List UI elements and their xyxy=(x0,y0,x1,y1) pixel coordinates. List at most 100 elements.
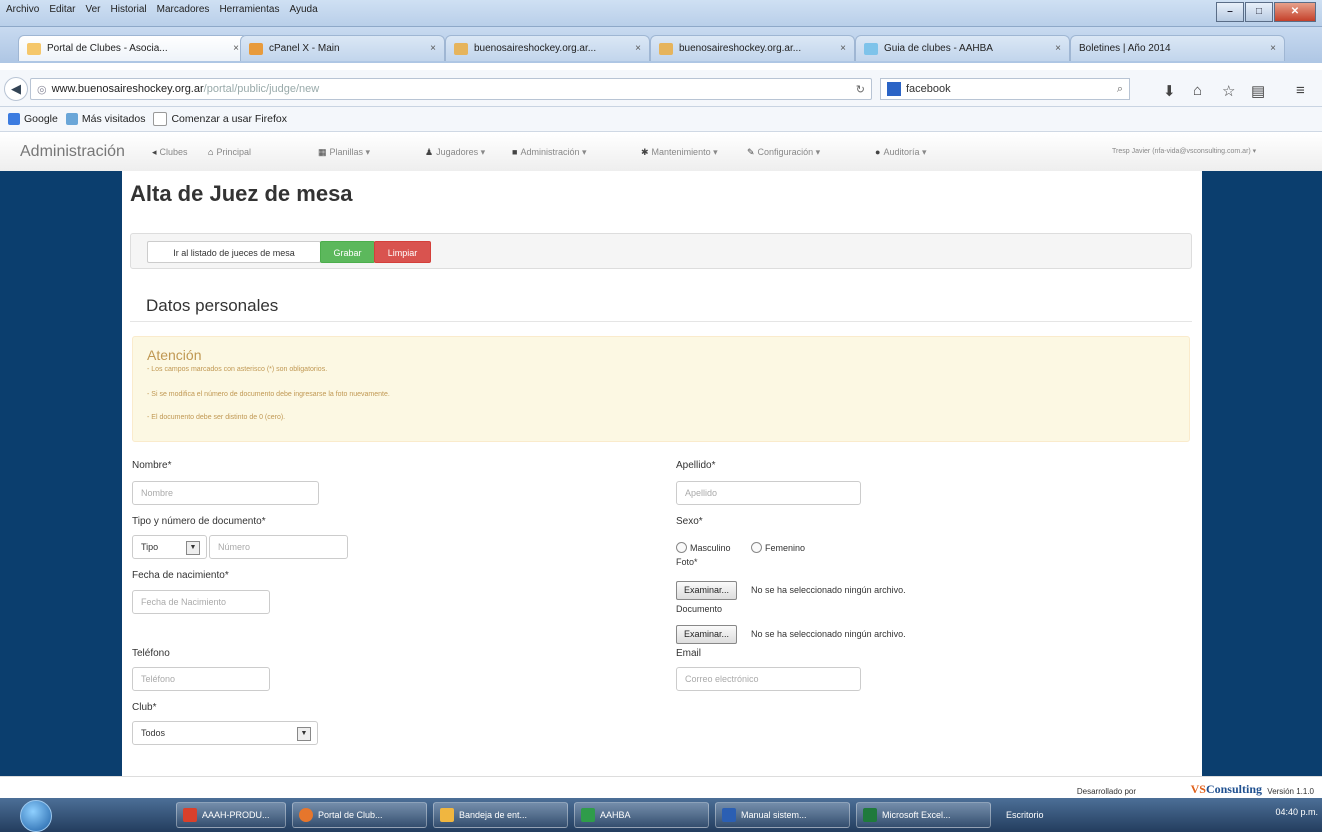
tab-close-icon[interactable]: × xyxy=(635,43,641,54)
tab-close-icon[interactable]: × xyxy=(430,43,436,54)
nav-label: Mantenimiento xyxy=(651,147,711,157)
maximize-icon[interactable]: □ xyxy=(1245,2,1273,22)
foto-label: Foto* xyxy=(676,557,698,567)
documento-browse-button[interactable]: Examinar... xyxy=(676,625,738,644)
nav-jugadores[interactable]: ♟ Jugadores ▾ xyxy=(425,147,485,158)
minimize-icon[interactable]: – xyxy=(1216,2,1244,22)
email-label: Email xyxy=(676,648,702,659)
taskbar-item[interactable]: AAAH-PRODU... xyxy=(176,802,286,828)
url-bar[interactable]: ◎ www.buenosaireshockey.org.ar /portal/p… xyxy=(30,78,872,100)
menu-herramientas[interactable]: Herramientas xyxy=(219,4,279,15)
chevron-down-icon[interactable]: ▼ xyxy=(297,727,311,741)
apellido-input[interactable]: Apellido xyxy=(676,481,861,505)
nav-user-menu[interactable]: Tresp Javier (nfa-vida@vsconsulting.com.… xyxy=(1112,147,1256,155)
tab-hockey-2[interactable]: buenosaireshockey.org.ar... × xyxy=(650,35,855,61)
nav-configuracion[interactable]: ✎ Configuración ▾ xyxy=(747,147,820,158)
search-input[interactable]: facebook ⌕ xyxy=(880,78,1130,100)
app-brand[interactable]: Administración xyxy=(20,143,125,161)
access-icon xyxy=(183,808,197,822)
email-input[interactable]: Correo electrónico xyxy=(676,667,861,691)
section-title: Datos personales xyxy=(146,296,279,315)
portal-favicon-icon xyxy=(27,42,41,55)
apellido-label: Apellido* xyxy=(676,460,716,471)
nav-mantenimiento[interactable]: ✱ Mantenimiento ▾ xyxy=(641,147,718,158)
globe-icon: ● xyxy=(875,147,881,157)
nav-principal[interactable]: ⌂ Principal xyxy=(208,147,251,157)
tab-close-icon[interactable]: × xyxy=(840,43,846,54)
download-icon[interactable]: ⬇ xyxy=(1163,82,1176,100)
taskbar-item[interactable]: Portal de Club... xyxy=(292,802,427,828)
cog-icon: ✱ xyxy=(641,147,649,157)
menu-hamburger-icon[interactable]: ≡ xyxy=(1296,82,1305,99)
cpanel-favicon-icon xyxy=(249,42,263,55)
list-judges-button[interactable]: Ir al listado de jueces de mesa xyxy=(147,241,321,263)
back-arrow-icon[interactable]: ◀ xyxy=(4,77,28,101)
nombre-input[interactable]: Nombre xyxy=(132,481,319,505)
menu-ver[interactable]: Ver xyxy=(85,4,100,15)
left-side-panel xyxy=(0,171,122,776)
reload-icon[interactable]: ↻ xyxy=(856,83,865,96)
close-window-icon[interactable]: ✕ xyxy=(1274,2,1316,22)
home-icon[interactable]: ⌂ xyxy=(1193,82,1202,99)
nav-administracion[interactable]: ■ Administración ▾ xyxy=(512,147,587,158)
foto-browse-button[interactable]: Examinar... xyxy=(676,581,738,600)
search-icon[interactable]: ⌕ xyxy=(1117,83,1123,96)
menu-archivo[interactable]: Archivo xyxy=(6,4,39,15)
mail-icon xyxy=(440,808,454,822)
user-name: Tresp Javier (nfa-vida@vsconsulting.com.… xyxy=(1112,148,1251,155)
tab-portal-clubes[interactable]: Portal de Clubes - Asocia... × xyxy=(18,35,248,61)
club-select[interactable]: Todos ▼ xyxy=(132,721,318,745)
tab-close-icon[interactable]: × xyxy=(233,43,239,54)
bookmark-star-icon[interactable]: ☆ xyxy=(1222,82,1235,100)
taskbar-item[interactable]: AAHBA xyxy=(574,802,709,828)
browser-menubar: Archivo Editar Ver Historial Marcadores … xyxy=(0,0,1322,27)
taskbar-label: Portal de Club... xyxy=(318,810,383,820)
desktop-toolbar[interactable]: Escritorio xyxy=(1000,802,1080,828)
tab-cpanel[interactable]: cPanel X - Main × xyxy=(240,35,445,61)
briefcase-icon: ■ xyxy=(512,147,518,157)
clock[interactable]: 04:40 p.m. xyxy=(1275,807,1318,817)
nav-label: Auditoría xyxy=(883,147,920,157)
radio-femenino[interactable]: Femenino xyxy=(751,542,805,553)
taskbar-item[interactable]: Microsoft Excel... xyxy=(856,802,991,828)
alert-title: Atención xyxy=(147,347,202,363)
tab-boletines[interactable]: Boletines | Año 2014 × xyxy=(1070,35,1285,61)
tab-hockey-1[interactable]: buenosaireshockey.org.ar... × xyxy=(445,35,650,61)
taskbar-item[interactable]: Bandeja de ent... xyxy=(433,802,568,828)
start-button-icon[interactable] xyxy=(20,800,52,832)
save-button[interactable]: Grabar xyxy=(320,241,375,263)
documento-label: Tipo y número de documento* xyxy=(132,516,266,527)
wrench-icon: ✎ xyxy=(747,147,755,157)
telefono-input[interactable]: Teléfono xyxy=(132,667,270,691)
chevron-down-icon[interactable]: ▼ xyxy=(186,541,200,555)
guia-favicon-icon xyxy=(864,42,878,55)
menu-ayuda[interactable]: Ayuda xyxy=(289,4,317,15)
home-icon: ⌂ xyxy=(208,147,214,157)
nav-planillas[interactable]: ▦ Planillas ▾ xyxy=(318,147,370,158)
menu-historial[interactable]: Historial xyxy=(111,4,147,15)
bookmark-firefox[interactable]: Comenzar a usar Firefox xyxy=(153,112,287,126)
tab-close-icon[interactable]: × xyxy=(1270,43,1276,54)
menu-marcadores[interactable]: Marcadores xyxy=(157,4,210,15)
clear-button[interactable]: Limpiar xyxy=(374,241,431,263)
numero-documento-input[interactable]: Número xyxy=(209,535,348,559)
app-navbar: Administración ◂ Clubes ⌂ Principal ▦ Plani… xyxy=(0,133,1322,172)
vs-consulting-logo[interactable]: VSConsulting xyxy=(1191,782,1262,797)
tab-close-icon[interactable]: × xyxy=(1055,43,1061,54)
nav-label: Administración xyxy=(520,147,580,157)
radio-masculino[interactable]: Masculino xyxy=(676,542,731,553)
nav-auditoria[interactable]: ● Auditoría ▾ xyxy=(875,147,927,158)
bookmarks-list-icon[interactable]: ▤ xyxy=(1251,82,1265,100)
radio-circle-icon[interactable] xyxy=(676,542,687,553)
menu-editar[interactable]: Editar xyxy=(49,4,75,15)
bookmark-mas-visitados[interactable]: Más visitados xyxy=(65,113,145,125)
radio-label: Masculino xyxy=(690,542,731,553)
nav-clubes[interactable]: ◂ Clubes xyxy=(152,147,188,158)
tipo-documento-select[interactable]: Tipo ▼ xyxy=(132,535,207,559)
taskbar-item[interactable]: Manual sistem... xyxy=(715,802,850,828)
search-engine-icon[interactable] xyxy=(887,82,901,96)
fecha-nacimiento-input[interactable]: Fecha de Nacimiento xyxy=(132,590,270,614)
tab-guia-clubes[interactable]: Guia de clubes - AAHBA × xyxy=(855,35,1070,61)
radio-circle-icon[interactable] xyxy=(751,542,762,553)
bookmark-google[interactable]: Google xyxy=(8,113,58,125)
